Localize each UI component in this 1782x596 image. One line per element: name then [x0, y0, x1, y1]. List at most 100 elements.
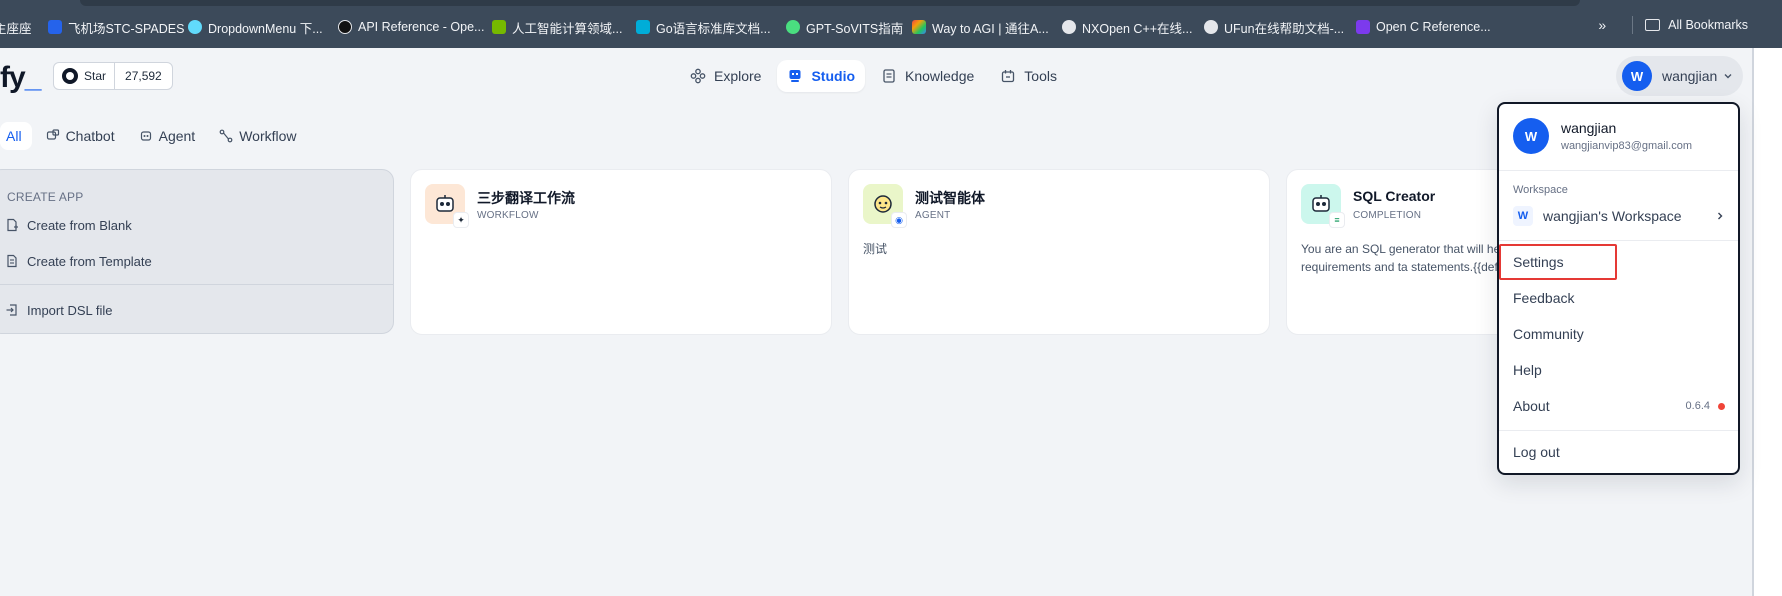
workspace-avatar: W [1513, 206, 1533, 226]
tab-label: All [6, 128, 22, 144]
robot-icon: ✦ [425, 184, 469, 228]
menu-item-help[interactable]: Help [1513, 358, 1725, 382]
leaf-icon [786, 20, 800, 34]
tab-chatbot[interactable]: Chatbot [36, 122, 125, 150]
bookmark-item[interactable]: GPT-SoVITS指南 [786, 18, 903, 36]
bookmark-item[interactable]: 人工智能计算领域... [492, 18, 622, 36]
globe-icon [1204, 20, 1218, 34]
github-icon [62, 68, 78, 84]
app-type: COMPLETION [1353, 210, 1422, 221]
bookmark-item[interactable]: 飞机场STC-SPADES [48, 18, 184, 36]
user-menu-button[interactable]: W wangjian [1616, 56, 1744, 96]
avatar: W [1513, 118, 1549, 154]
bookmark-item[interactable]: NXOpen C++在线... [1062, 18, 1192, 36]
version-badge: 0.6.4 [1686, 400, 1725, 412]
update-dot-icon [1718, 402, 1725, 410]
workflow-icon [219, 129, 233, 143]
knowledge-icon [881, 68, 897, 84]
menu-item-community[interactable]: Community [1513, 322, 1725, 346]
app-type-tabs: All Chatbot Agent Workflow [0, 122, 307, 150]
file-plus-icon [5, 218, 19, 232]
openai-icon [338, 20, 352, 34]
agent-badge-icon: ◉ [891, 212, 907, 228]
menu-label: Feedback [1513, 290, 1575, 306]
address-bar-edge [80, 0, 1580, 6]
chevron-right-icon [1715, 208, 1725, 224]
nav-studio[interactable]: Studio [777, 60, 866, 92]
nav-label: Knowledge [905, 68, 975, 84]
chatbot-icon [46, 129, 60, 143]
nav-knowledge[interactable]: Knowledge [871, 60, 984, 92]
folder-icon [1645, 19, 1661, 31]
doc-icon [1356, 20, 1370, 34]
app-card[interactable]: ✦ 三步翻译工作流 WORKFLOW [410, 169, 832, 335]
bookmark-label: 人工智能计算领域... [512, 21, 623, 36]
workspace-label: Workspace [1513, 184, 1568, 196]
bookmark-item[interactable]: API Reference - Ope... [338, 18, 484, 36]
dropdown-user-email: wangjianvip83@gmail.com [1561, 140, 1693, 152]
star-count: 27,592 [125, 69, 162, 83]
completion-badge-icon: ≡ [1329, 212, 1345, 228]
menu-item-settings[interactable]: Settings [1513, 250, 1725, 274]
import-dsl-button[interactable]: Import DSL file [5, 299, 113, 321]
bookmark-item[interactable]: Way to AGI | 通往A... [912, 18, 1049, 36]
bookmark-item[interactable]: Go语言标准库文档... [636, 18, 771, 36]
dropdown-user-info: W wangjian wangjianvip83@gmail.com [1513, 118, 1692, 154]
robot-icon: ≡ [1301, 184, 1345, 228]
app-description: 测试 [863, 242, 888, 256]
create-from-blank-button[interactable]: Create from Blank [5, 214, 132, 236]
bookmark-item[interactable]: UFun在线帮助文档-... [1204, 18, 1344, 36]
menu-label: Community [1513, 326, 1584, 342]
template-icon [5, 254, 19, 268]
workspace-selector[interactable]: W wangjian's Workspace [1513, 204, 1725, 228]
logo-dot: _ [24, 61, 42, 94]
main-nav: Explore Studio Knowledge Tools [680, 60, 1067, 92]
tab-all[interactable]: All [0, 122, 32, 150]
tab-agent[interactable]: Agent [129, 122, 206, 150]
bookmark-item[interactable]: DropdownMenu 下... [188, 18, 323, 36]
tab-label: Chatbot [65, 128, 115, 144]
rainbow-icon [912, 20, 926, 34]
create-from-template-button[interactable]: Create from Template [5, 250, 152, 272]
app-type: AGENT [915, 210, 951, 221]
chevron-down-icon [1723, 71, 1733, 81]
create-template-label: Create from Template [27, 253, 152, 269]
all-bookmarks-button[interactable]: All Bookmarks [1668, 18, 1748, 32]
app-card[interactable]: ◉ 测试智能体 AGENT 测试 [848, 169, 1270, 335]
create-app-title: CREATE APP [7, 190, 84, 204]
nav-label: Studio [811, 68, 856, 84]
app-logo[interactable]: fy_ [0, 61, 42, 95]
bookmark-label: NXOpen C++在线... [1082, 21, 1193, 36]
go-icon [636, 20, 650, 34]
workflow-badge-icon: ✦ [453, 212, 469, 228]
tab-workflow[interactable]: Workflow [209, 122, 306, 150]
agent-icon [139, 129, 153, 143]
import-icon [5, 303, 19, 317]
nav-label: Tools [1024, 68, 1057, 84]
menu-label: Settings [1513, 254, 1564, 270]
app-name: 三步翻译工作流 [477, 190, 575, 206]
bookmark-item[interactable]: 主座座 [0, 18, 32, 36]
menu-item-logout[interactable]: Log out [1513, 440, 1725, 464]
bookmark-label: Way to AGI | 通往A... [932, 21, 1049, 36]
nav-tools[interactable]: Tools [990, 60, 1067, 92]
menu-item-feedback[interactable]: Feedback [1513, 286, 1725, 310]
menu-item-about[interactable]: About 0.6.4 [1513, 394, 1725, 418]
bookmark-label: API Reference - Ope... [358, 20, 485, 34]
version-text: 0.6.4 [1685, 400, 1710, 412]
scrollbar-track[interactable] [1752, 48, 1782, 596]
app-type: WORKFLOW [477, 210, 539, 221]
face-icon: ◉ [863, 184, 907, 228]
bookmarks-overflow-icon[interactable]: » [1598, 17, 1606, 33]
bookmark-item[interactable]: Open C Reference... [1356, 18, 1491, 36]
nav-explore[interactable]: Explore [680, 60, 771, 92]
github-star-button[interactable]: Star 27,592 [53, 62, 173, 90]
app-header: fy_ Star 27,592 Explore Studio Knowledge [0, 48, 1752, 104]
divider [0, 284, 393, 285]
dropdown-user-name: wangjian [1561, 120, 1617, 136]
bookmark-label: 主座座 [0, 21, 32, 36]
divider [1499, 170, 1738, 171]
divider [1499, 240, 1738, 241]
app-name: 测试智能体 [915, 190, 985, 206]
menu-label: Help [1513, 362, 1542, 378]
